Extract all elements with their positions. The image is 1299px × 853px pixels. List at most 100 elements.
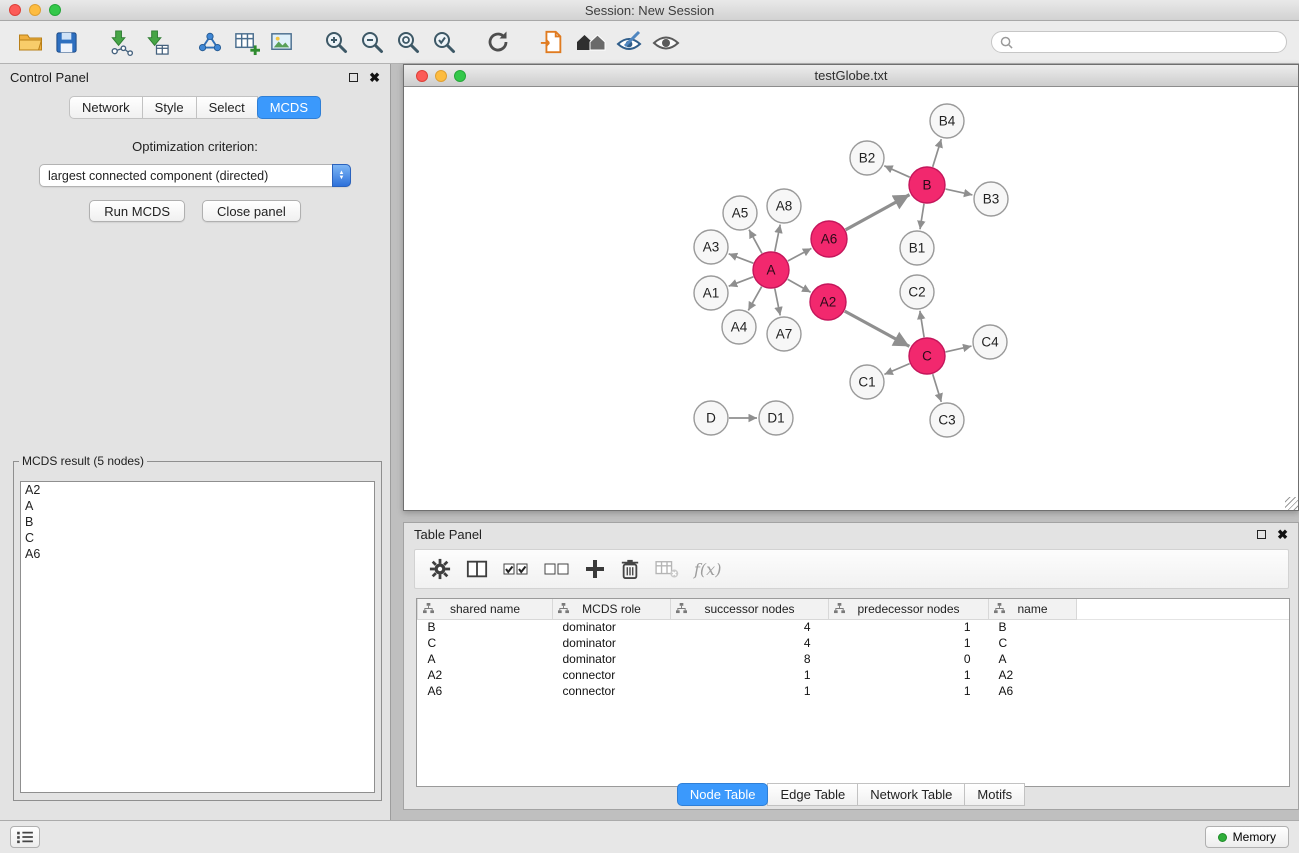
column-header-shared-name[interactable]: shared name (418, 599, 553, 619)
node-D[interactable]: D (694, 401, 728, 435)
node-C4[interactable]: C4 (973, 325, 1007, 359)
column-header-MCDS-role[interactable]: MCDS role (553, 599, 671, 619)
edge-A-A7[interactable] (775, 289, 780, 316)
table-row[interactable]: A2connector11A2 (418, 667, 1290, 683)
close-window-button[interactable] (9, 4, 21, 16)
node-A7[interactable]: A7 (767, 317, 801, 351)
tab-style[interactable]: Style (142, 96, 197, 119)
zoom-out-button[interactable] (354, 25, 390, 59)
node-A5[interactable]: A5 (723, 196, 757, 230)
node-B2[interactable]: B2 (850, 141, 884, 175)
zoom-window-button[interactable] (49, 4, 61, 16)
tab-edge-table[interactable]: Edge Table (767, 783, 858, 806)
list-item[interactable]: C (21, 530, 374, 546)
tab-network-table[interactable]: Network Table (857, 783, 965, 806)
open-session-button[interactable] (12, 25, 48, 59)
list-item[interactable]: A (21, 498, 374, 514)
export-document-button[interactable] (534, 25, 570, 59)
node-A6[interactable]: A6 (811, 221, 847, 257)
table-row[interactable]: Adominator80A (418, 651, 1290, 667)
select-all-button[interactable] (503, 554, 529, 584)
run-mcds-button[interactable]: Run MCDS (89, 200, 185, 222)
node-B[interactable]: B (909, 167, 945, 203)
function-builder-button[interactable]: f(x) (694, 554, 721, 584)
refresh-view-button[interactable] (480, 25, 516, 59)
new-table-button[interactable] (228, 25, 264, 59)
show-columns-button[interactable] (466, 554, 488, 584)
list-item[interactable]: B (21, 514, 374, 530)
edge-A-A4[interactable] (748, 287, 761, 311)
node-B3[interactable]: B3 (974, 182, 1008, 216)
node-A8[interactable]: A8 (767, 189, 801, 223)
table-settings-button[interactable] (429, 554, 451, 584)
tab-node-table[interactable]: Node Table (677, 783, 769, 806)
column-header-name[interactable]: name (989, 599, 1077, 619)
edge-C-C4[interactable] (946, 346, 972, 352)
edge-B-B2[interactable] (884, 166, 909, 177)
close-table-panel-icon[interactable]: ✖ (1277, 528, 1288, 541)
network-minimize-button[interactable] (435, 70, 447, 82)
memory-button[interactable]: Memory (1205, 826, 1289, 848)
node-D1[interactable]: D1 (759, 401, 793, 435)
edge-A-A8[interactable] (775, 225, 780, 252)
edge-A-A2[interactable] (788, 279, 811, 292)
edge-C-C3[interactable] (933, 374, 942, 402)
node-C2[interactable]: C2 (900, 275, 934, 309)
mcds-result-list[interactable]: A2ABCA6 (20, 481, 375, 793)
edge-A-A6[interactable] (788, 248, 812, 261)
zoom-fit-button[interactable] (390, 25, 426, 59)
edge-B-B1[interactable] (920, 204, 924, 229)
deselect-all-button[interactable] (544, 554, 570, 584)
network-close-button[interactable] (416, 70, 428, 82)
table-row[interactable]: A6connector11A6 (418, 683, 1290, 699)
node-A2[interactable]: A2 (810, 284, 846, 320)
tab-motifs[interactable]: Motifs (964, 783, 1025, 806)
tab-select[interactable]: Select (196, 96, 258, 119)
table-row[interactable]: Cdominator41C (418, 635, 1290, 651)
edge-A6-B[interactable] (846, 195, 910, 230)
node-C[interactable]: C (909, 338, 945, 374)
network-window-titlebar[interactable]: testGlobe.txt (404, 65, 1298, 87)
new-network-button[interactable] (192, 25, 228, 59)
close-panel-button[interactable]: Close panel (202, 200, 301, 222)
node-A[interactable]: A (753, 252, 789, 288)
node-B4[interactable]: B4 (930, 104, 964, 138)
edge-C-C1[interactable] (884, 364, 909, 375)
float-panel-icon[interactable] (349, 73, 358, 82)
network-graph[interactable]: B4B2BB3A5A8A6B1A3AA1C2A2A4A7C4CC1C3DD1 (404, 87, 1298, 510)
tab-mcds[interactable]: MCDS (257, 96, 321, 119)
network-canvas[interactable]: B4B2BB3A5A8A6B1A3AA1C2A2A4A7C4CC1C3DD1 (404, 87, 1298, 510)
edge-B-B4[interactable] (933, 139, 942, 167)
edge-A-A3[interactable] (729, 254, 754, 263)
delete-column-button[interactable] (620, 554, 640, 584)
node-C3[interactable]: C3 (930, 403, 964, 437)
edge-A-A5[interactable] (749, 230, 762, 254)
search-field[interactable] (991, 31, 1287, 53)
zoom-selected-button[interactable] (426, 25, 462, 59)
toggle-graphics-button[interactable] (648, 25, 684, 59)
column-header-successor-nodes[interactable]: successor nodes (671, 599, 829, 619)
table-row[interactable]: Bdominator41B (418, 619, 1290, 635)
search-input[interactable] (1018, 35, 1278, 49)
minimize-window-button[interactable] (29, 4, 41, 16)
task-history-button[interactable] (10, 826, 40, 848)
node-A1[interactable]: A1 (694, 276, 728, 310)
show-graphics-details-button[interactable] (612, 25, 648, 59)
node-B1[interactable]: B1 (900, 231, 934, 265)
node-A3[interactable]: A3 (694, 230, 728, 264)
edge-A2-C[interactable] (845, 311, 910, 346)
save-session-button[interactable] (48, 25, 84, 59)
list-item[interactable]: A6 (21, 546, 374, 562)
export-image-button[interactable] (264, 25, 300, 59)
edge-B-B3[interactable] (946, 189, 973, 195)
network-zoom-button[interactable] (454, 70, 466, 82)
home-button[interactable] (570, 25, 612, 59)
list-item[interactable]: A2 (21, 482, 374, 498)
close-panel-icon[interactable]: ✖ (369, 71, 380, 84)
resize-grip[interactable] (1285, 497, 1298, 510)
edge-C-C2[interactable] (920, 311, 924, 337)
zoom-in-button[interactable] (318, 25, 354, 59)
optimization-criterion-select[interactable]: largest connected component (directed) ▲… (39, 164, 351, 187)
node-A4[interactable]: A4 (722, 310, 756, 344)
import-network-button[interactable] (102, 25, 138, 59)
